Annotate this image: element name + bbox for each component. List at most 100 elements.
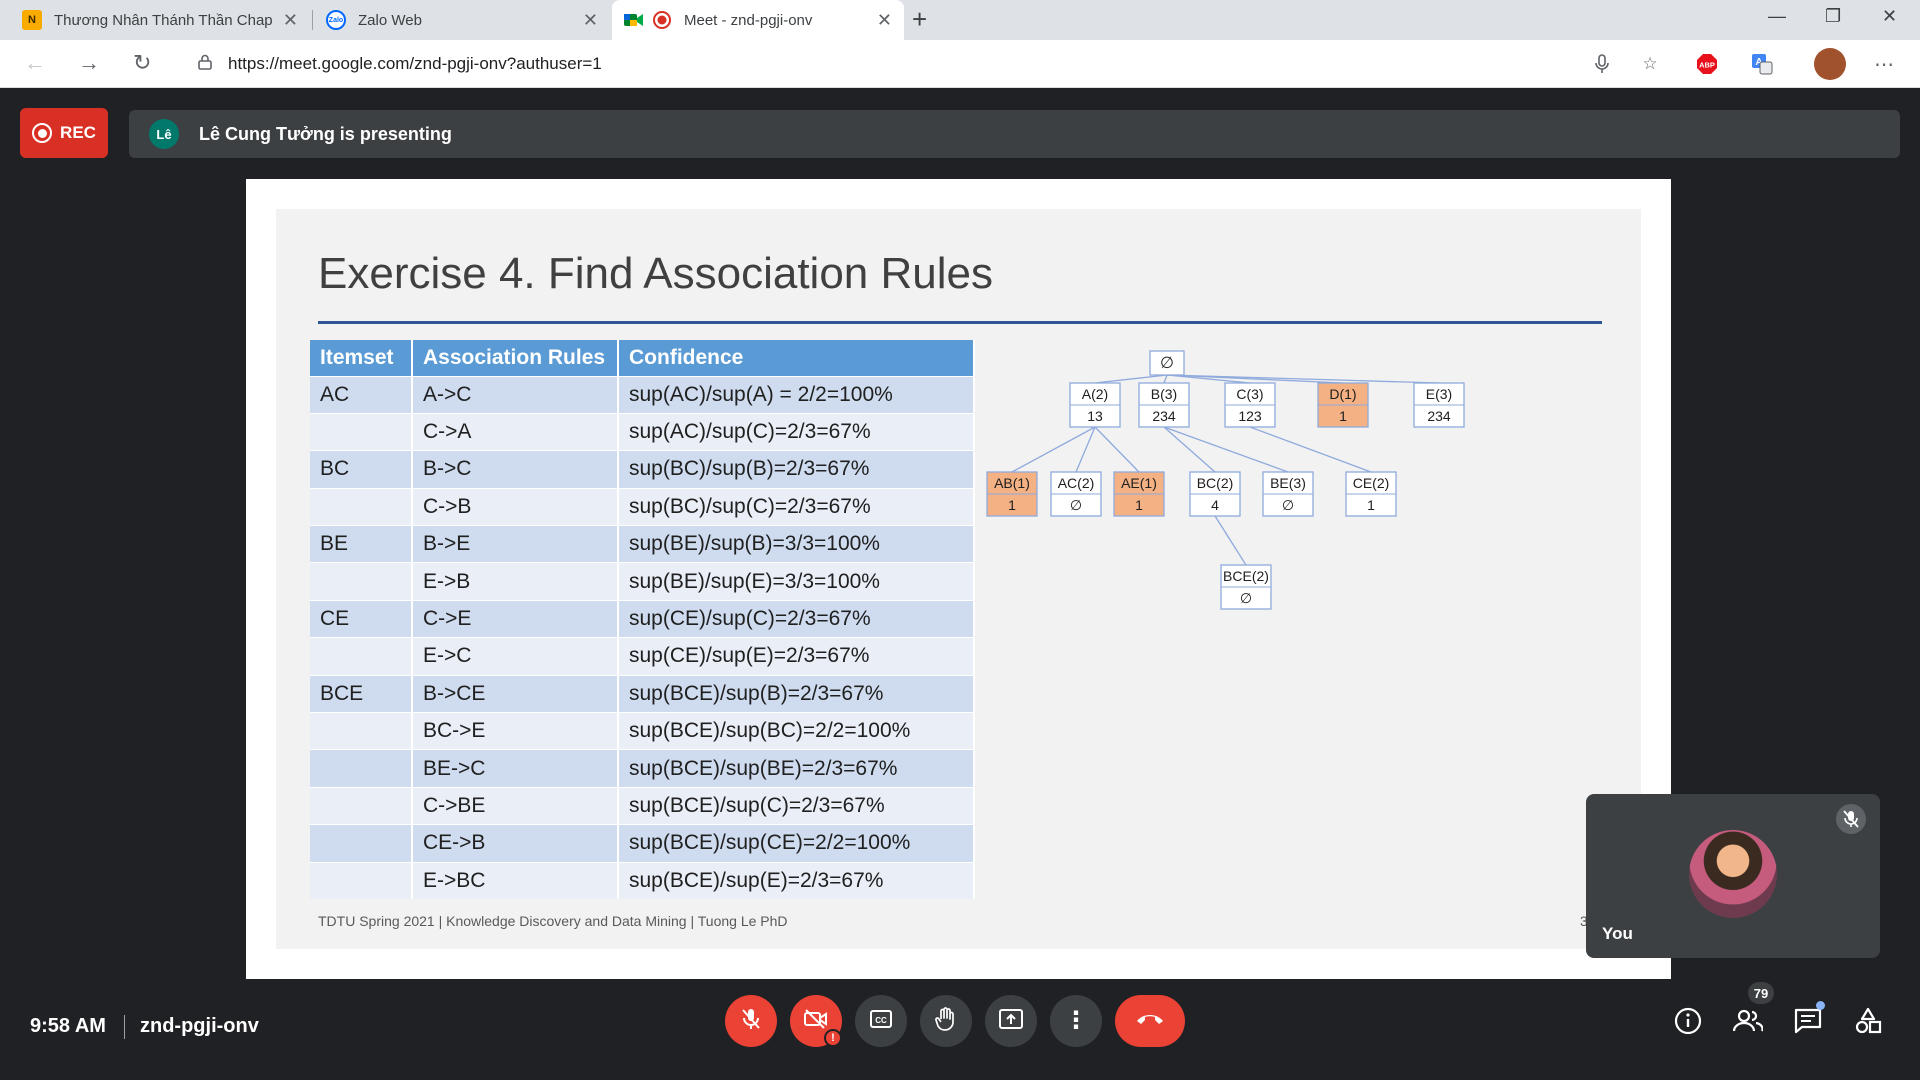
chat-icon[interactable] bbox=[1792, 1001, 1825, 1037]
camera-off-icon bbox=[804, 1008, 828, 1034]
divider bbox=[124, 1015, 125, 1039]
close-tab-icon[interactable]: ✕ bbox=[583, 10, 598, 31]
captions-button[interactable]: CC bbox=[855, 995, 907, 1047]
more-options-button[interactable]: ⋮ bbox=[1050, 995, 1102, 1047]
tree-node-root: ∅ bbox=[1149, 350, 1185, 376]
tree-node-tidset: 13 bbox=[1087, 408, 1103, 424]
tree-node-ae: AE(1) 1 bbox=[1113, 471, 1165, 517]
self-avatar bbox=[1689, 830, 1777, 918]
people-icon[interactable] bbox=[1732, 1005, 1764, 1037]
address-bar[interactable]: https://meet.google.com/znd-pgji-onv?aut… bbox=[180, 46, 1710, 82]
tree-edge bbox=[1094, 426, 1140, 473]
presenting-text: Lê Cung Tưởng is presenting bbox=[199, 123, 452, 144]
adblock-plus-icon[interactable]: ABP bbox=[1695, 52, 1719, 76]
cell-rule: E->B bbox=[412, 562, 619, 601]
tree-node-label: AC(2) bbox=[1058, 475, 1095, 491]
camera-toggle-button[interactable]: ! bbox=[790, 995, 842, 1047]
cell-itemset bbox=[310, 562, 413, 601]
tree-node-label: E(3) bbox=[1426, 386, 1452, 402]
cell-confidence: sup(BE)/sup(B)=3/3=100% bbox=[618, 525, 975, 563]
tree-node-tidset: 1 bbox=[1135, 497, 1143, 513]
table-row: BC B->C sup(BC)/sup(B)=2/3=67% bbox=[310, 450, 975, 489]
cell-confidence: sup(BCE)/sup(BE)=2/3=67% bbox=[618, 749, 975, 788]
cell-rule: C->B bbox=[412, 487, 619, 526]
lock-icon[interactable] bbox=[198, 54, 212, 74]
tree-node-b: B(3) 234 bbox=[1138, 382, 1190, 428]
tree-node-tidset: 1 bbox=[1008, 497, 1016, 513]
tree-node-tidset: 1 bbox=[1339, 408, 1347, 424]
mic-toggle-button[interactable] bbox=[725, 995, 777, 1047]
leave-call-button[interactable] bbox=[1115, 995, 1185, 1047]
add-favorite-icon[interactable]: ☆ bbox=[1638, 52, 1662, 76]
tree-node-label: C(3) bbox=[1236, 386, 1263, 402]
tree-node-ab: AB(1) 1 bbox=[986, 471, 1038, 517]
tree-node-label: BCE(2) bbox=[1223, 568, 1269, 584]
self-label: You bbox=[1602, 924, 1633, 943]
tree-node-label: BE(3) bbox=[1270, 475, 1306, 491]
present-now-button[interactable] bbox=[985, 995, 1037, 1047]
translate-icon[interactable]: A bbox=[1750, 52, 1774, 76]
back-icon[interactable]: ← bbox=[24, 50, 46, 76]
tree-edge bbox=[1011, 426, 1096, 473]
meeting-details-icon[interactable] bbox=[1672, 1005, 1704, 1037]
cell-rule: BE->C bbox=[412, 749, 619, 788]
mic-off-icon bbox=[741, 1008, 761, 1035]
tree-node-label: D(1) bbox=[1329, 386, 1356, 402]
cell-confidence: sup(BE)/sup(E)=3/3=100% bbox=[618, 562, 975, 601]
reload-icon[interactable]: ↻ bbox=[133, 50, 151, 76]
cell-rule: C->E bbox=[412, 599, 619, 638]
minimize-icon[interactable]: — bbox=[1768, 6, 1786, 27]
raise-hand-button[interactable] bbox=[920, 995, 972, 1047]
presenter-avatar: Lê bbox=[149, 119, 179, 149]
table-row: C->A sup(AC)/sup(C)=2/3=67% bbox=[310, 412, 975, 451]
restore-icon[interactable]: ❐ bbox=[1825, 6, 1841, 27]
cell-rule: A->C bbox=[412, 375, 619, 414]
header-itemset: Itemset bbox=[310, 340, 413, 376]
browser-toolbar: ← → ↻ https://meet.google.com/znd-pgji-o… bbox=[0, 40, 1920, 88]
forward-icon[interactable]: → bbox=[78, 50, 100, 76]
cell-itemset bbox=[310, 824, 413, 863]
profile-avatar[interactable] bbox=[1814, 48, 1846, 80]
record-icon bbox=[32, 123, 53, 143]
tab-zalo-web[interactable]: Zalo Zalo Web ✕ bbox=[314, 0, 610, 40]
url-text: https://meet.google.com/znd-pgji-onv?aut… bbox=[228, 54, 602, 73]
table-row: E->BC sup(BCE)/sup(E)=2/3=67% bbox=[310, 861, 975, 900]
close-tab-icon[interactable]: ✕ bbox=[877, 10, 892, 31]
tab-thuong-nhan[interactable]: N Thương Nhân Thánh Thần Chap ✕ bbox=[10, 0, 310, 40]
microphone-icon[interactable] bbox=[1590, 52, 1614, 76]
cell-itemset bbox=[310, 786, 413, 825]
tab-meet[interactable]: Meet - znd-pgji-onv ✕ bbox=[612, 0, 904, 40]
activities-icon[interactable] bbox=[1852, 1005, 1884, 1037]
cell-itemset bbox=[310, 749, 413, 788]
cell-confidence: sup(AC)/sup(C)=2/3=67% bbox=[618, 412, 975, 451]
cell-itemset: BCE bbox=[310, 674, 413, 713]
svg-text:CC: CC bbox=[875, 1016, 887, 1025]
close-tab-icon[interactable]: ✕ bbox=[283, 10, 298, 31]
tree-node-label: ∅ bbox=[1160, 355, 1174, 372]
table-header-row: Itemset Association Rules Confidence bbox=[310, 340, 975, 376]
cell-rule: E->BC bbox=[412, 861, 619, 900]
recording-indicator-icon bbox=[652, 10, 672, 30]
hang-up-icon bbox=[1135, 1012, 1165, 1031]
close-window-icon[interactable]: ✕ bbox=[1882, 6, 1897, 27]
browser-menu-icon[interactable]: ⋯ bbox=[1872, 52, 1896, 76]
header-confidence: Confidence bbox=[618, 340, 975, 376]
new-tab-icon[interactable]: + bbox=[912, 4, 927, 35]
cell-confidence: sup(BC)/sup(B)=2/3=67% bbox=[618, 450, 975, 489]
self-video-tile[interactable]: You bbox=[1586, 794, 1880, 958]
tree-edge bbox=[1214, 515, 1247, 566]
google-meet-icon bbox=[624, 10, 644, 30]
tree-node-label: BC(2) bbox=[1197, 475, 1234, 491]
tree-node-tidset: ∅ bbox=[1240, 590, 1252, 606]
itemset-tree-diagram: ∅A(2)13B(3)234C(3)123D(1)1E(3)234AB(1)1A… bbox=[986, 350, 1465, 610]
recording-badge[interactable]: REC bbox=[20, 108, 108, 158]
cell-confidence: sup(BCE)/sup(CE)=2/2=100% bbox=[618, 824, 975, 863]
browser-tab-bar: N Thương Nhân Thánh Thần Chap ✕ Zalo Zal… bbox=[0, 0, 1920, 40]
tree-node-tidset: 4 bbox=[1211, 497, 1219, 513]
cell-rule: B->C bbox=[412, 450, 619, 489]
table-row: AC A->C sup(AC)/sup(A) = 2/2=100% bbox=[310, 375, 975, 414]
tree-node-e: E(3) 234 bbox=[1413, 382, 1465, 428]
tree-node-tidset: ∅ bbox=[1282, 497, 1294, 513]
table-row: CE C->E sup(CE)/sup(C)=2/3=67% bbox=[310, 599, 975, 638]
tree-node-label: B(3) bbox=[1151, 386, 1177, 402]
